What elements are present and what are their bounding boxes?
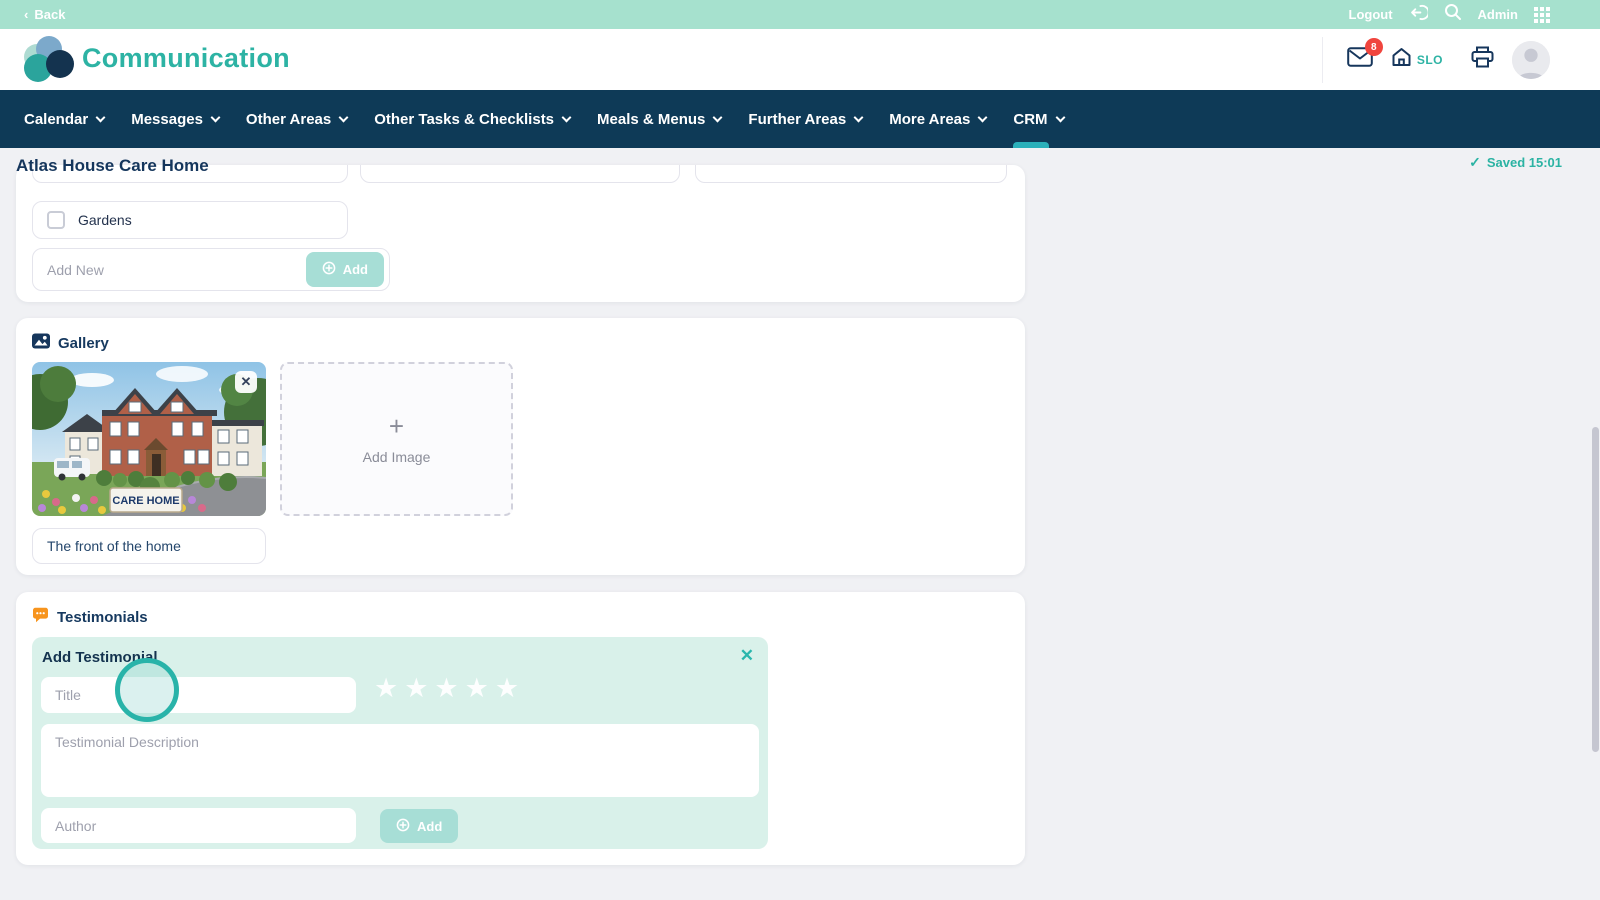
back-label: Back [34, 7, 66, 22]
testimonial-chat-icon [32, 607, 49, 627]
close-panel-icon[interactable]: ✕ [740, 646, 754, 666]
plus-icon: + [388, 411, 405, 441]
search-icon[interactable] [1444, 3, 1462, 26]
chevron-down-icon [853, 112, 864, 122]
testimonials-title: Testimonials [57, 608, 148, 626]
chevron-down-icon [712, 112, 723, 122]
print-icon[interactable] [1471, 46, 1494, 73]
app-header: Communication 8 SLO [0, 29, 1600, 90]
gallery-title: Gallery [58, 334, 109, 352]
add-new-input[interactable] [47, 261, 306, 278]
truncated-input[interactable] [360, 165, 680, 183]
plus-circle-icon [396, 818, 410, 835]
gardens-checkbox[interactable] [47, 211, 65, 229]
chevron-down-icon [1055, 112, 1065, 122]
user-avatar[interactable] [1512, 40, 1550, 79]
content-area: Atlas House Care Home ✓ Saved 15:01 Gard… [0, 148, 1600, 900]
gallery-icon [32, 333, 50, 353]
gardens-option-row: Gardens [32, 201, 348, 239]
care-home-sign-text: CARE HOME [112, 495, 179, 507]
unread-count-badge: 8 [1364, 38, 1383, 56]
nav-further-areas[interactable]: Further Areas [748, 90, 864, 148]
top-utility-bar: ‹ Back Logout Admin [0, 0, 1600, 29]
nav-more-areas[interactable]: More Areas [889, 90, 988, 148]
testimonials-card: Testimonials Add Testimonial ✕ ★★★★★ Add [16, 592, 1025, 865]
chevron-down-icon [210, 112, 221, 122]
save-status-label: Saved 15:01 [1486, 155, 1562, 170]
logout-button[interactable]: Logout [1349, 7, 1393, 22]
nav-meals-menus[interactable]: Meals & Menus [597, 90, 723, 148]
admin-menu[interactable]: Admin [1478, 7, 1518, 22]
truncated-input[interactable] [695, 165, 1007, 183]
add-button[interactable]: Add [305, 252, 384, 287]
testimonial-author-input[interactable] [41, 808, 356, 843]
logout-icon[interactable] [1409, 3, 1430, 27]
page-title: Communication [82, 43, 290, 73]
add-new-row: Add [32, 248, 390, 291]
amenities-card: Gardens Add [16, 165, 1025, 302]
add-image-dropzone[interactable]: + Add Image [280, 362, 513, 516]
home-icon[interactable] [1391, 47, 1412, 72]
breadcrumb-title: Atlas House Care Home [16, 156, 209, 175]
chevron-down-icon [977, 112, 988, 122]
chevron-down-icon [95, 112, 106, 122]
testimonial-title-input[interactable] [41, 677, 356, 713]
add-testimonial-button[interactable]: Add [380, 809, 459, 843]
gallery-card: Gallery CARE HOME ✕ + Add Image The fron… [16, 318, 1025, 575]
chevron-left-icon: ‹ [24, 7, 29, 22]
chevron-down-icon [561, 112, 572, 122]
nav-messages[interactable]: Messages [131, 90, 221, 148]
remove-image-button[interactable]: ✕ [235, 371, 257, 393]
image-caption-input[interactable] [32, 528, 266, 564]
add-image-label: Add Image [362, 449, 431, 465]
nav-calendar[interactable]: Calendar [24, 90, 106, 148]
nav-other-tasks-checklists[interactable]: Other Tasks & Checklists [374, 90, 572, 148]
check-icon: ✓ [1469, 154, 1481, 170]
save-status: ✓ Saved 15:01 [1469, 154, 1562, 171]
header-divider [1321, 36, 1323, 83]
testimonial-description-input[interactable] [41, 724, 759, 797]
active-tab-indicator [1013, 142, 1050, 148]
main-nav: Calendar Messages Other Areas Other Task… [0, 90, 1600, 148]
messages-icon[interactable]: 8 [1347, 38, 1383, 72]
site-code-label: SLO [1416, 52, 1443, 67]
nav-crm[interactable]: CRM [1013, 90, 1065, 148]
plus-circle-icon [322, 261, 336, 278]
click-indicator [115, 658, 179, 722]
gallery-photo: CARE HOME ✕ [32, 362, 266, 516]
chevron-down-icon [338, 112, 349, 122]
apps-grid-icon[interactable] [1534, 6, 1550, 23]
star-rating[interactable]: ★★★★★ [374, 673, 525, 704]
nav-other-areas[interactable]: Other Areas [246, 90, 349, 148]
gardens-label: Gardens [78, 212, 132, 228]
scrollbar-thumb[interactable] [1592, 427, 1599, 752]
back-button[interactable]: ‹ Back [24, 7, 65, 22]
app-logo [24, 36, 74, 84]
